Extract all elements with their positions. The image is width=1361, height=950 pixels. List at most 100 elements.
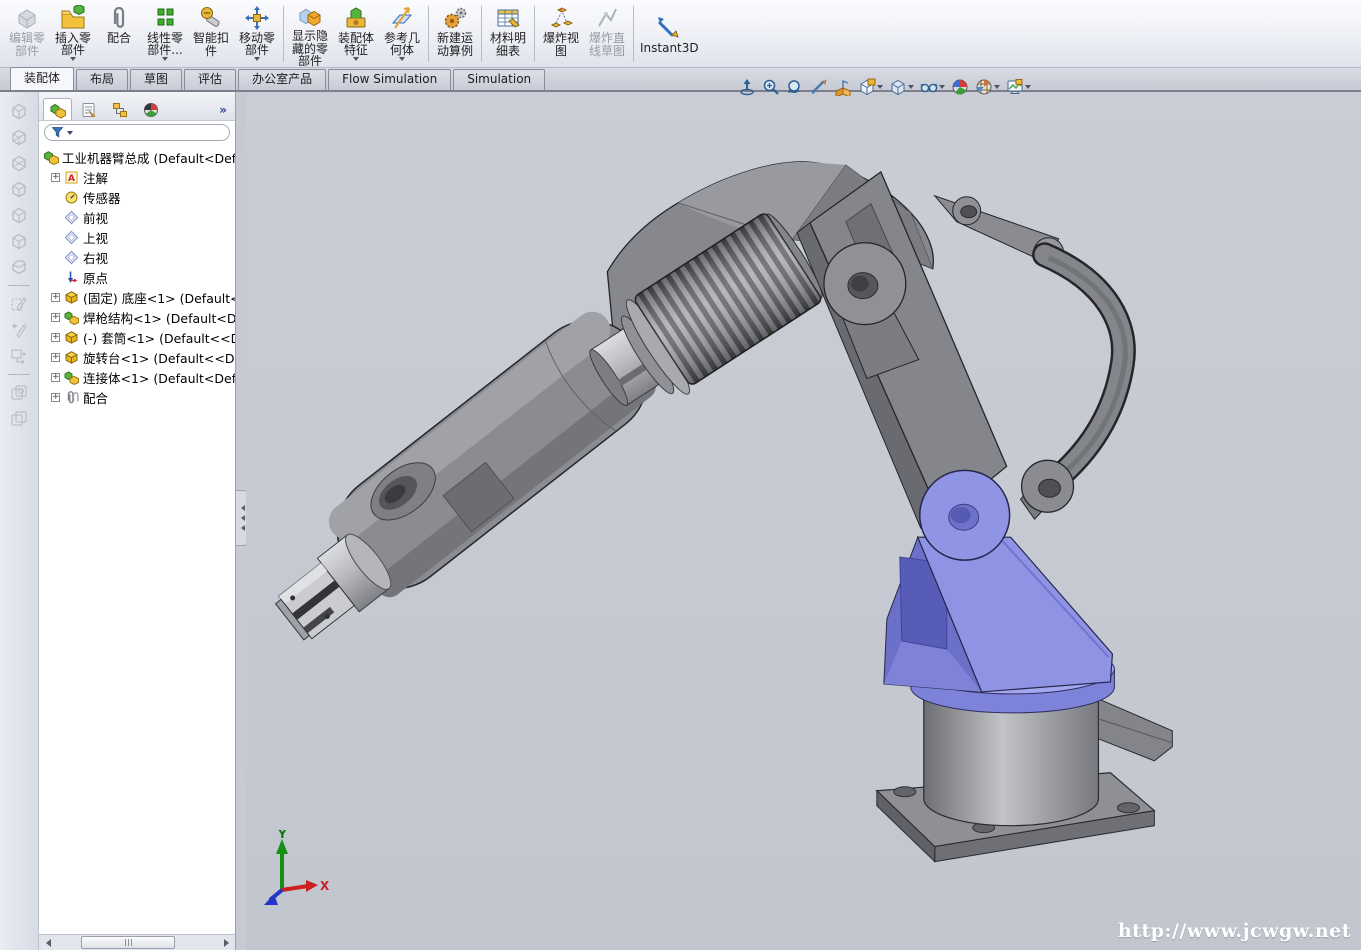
tab-simulation[interactable]: Simulation [453,69,545,90]
expand-icon[interactable]: + [51,313,60,322]
dropdown-arrow-icon[interactable] [70,57,76,64]
copy-layers-icon[interactable] [7,382,31,404]
section-view-icon[interactable] [810,78,828,96]
display-style-icon[interactable] [858,78,883,96]
view-cube-4-icon[interactable] [7,178,31,200]
explode-line-sketch-button[interactable]: 爆炸直线草图 [584,1,630,67]
view-cube-6-icon[interactable] [7,230,31,252]
view-cube-2-icon[interactable] [7,126,31,148]
tree-item-weld-gun-subassembly[interactable]: + 焊枪结构<1> (Default<Defa [42,307,235,327]
wireframe-cube-icon[interactable] [889,78,914,96]
tree-item-annotations[interactable]: + A 注解 [42,167,235,187]
edit-appearance-icon[interactable] [951,78,969,96]
button-label: 编辑零部件 [7,32,47,57]
view-cube-5-icon[interactable] [7,204,31,226]
smart-fasteners-button[interactable]: 智能扣件 [188,1,234,67]
tree-item-base-part[interactable]: + (固定) 底座<1> (Default<<D [42,287,235,307]
tree-root-assembly[interactable]: 工业机器臂总成 (Default<Defa [42,147,235,167]
feature-manager-tree-icon[interactable] [43,98,72,120]
view-settings-icon[interactable] [1006,78,1031,96]
dropdown-arrow-icon[interactable] [1025,85,1031,92]
previous-view-icon[interactable] [786,78,804,96]
insert-component-button[interactable]: 插入零部件 [50,1,96,67]
panel-overflow-chevron[interactable]: » [219,103,231,120]
tree-horizontal-scrollbar[interactable] [39,934,235,950]
tree-item-sensors[interactable]: 传感器 [42,187,235,207]
tab-sketch[interactable]: 草图 [130,69,182,90]
exploded-view-button[interactable]: 爆炸视图 [538,1,584,67]
plane-icon [63,229,80,245]
tree-item-top-plane[interactable]: 上视 [42,227,235,247]
dropdown-arrow-icon[interactable] [877,85,883,92]
command-tab-strip: 装配体 布局 草图 评估 办公室产品 Flow Simulation Simul… [0,68,1361,92]
expand-icon[interactable]: + [51,373,60,382]
ribbon-separator [283,6,284,62]
scroll-right-arrow-icon[interactable] [221,936,235,949]
tree-item-sleeve-part[interactable]: + (-) 套筒<1> (Default<<Def [42,327,235,347]
solidworks-window: 编辑零部件 插入零部件 配合 线性零部件... 智能 [0,0,1361,950]
dropdown-arrow-icon[interactable] [353,57,359,64]
tab-layout[interactable]: 布局 [76,69,128,90]
move-component-button[interactable]: 移动零部件 [234,1,280,67]
configuration-manager-icon[interactable] [105,98,134,120]
view-cube-3-icon[interactable] [7,152,31,174]
add-sketch-icon[interactable] [7,319,31,341]
dropdown-arrow-icon[interactable] [908,85,914,92]
expand-icon[interactable]: + [51,173,60,182]
dropdown-arrow-icon[interactable] [994,85,1000,92]
zoom-to-area-icon[interactable] [762,78,780,96]
bill-of-materials-button[interactable]: 材料明细表 [485,1,531,67]
tree-item-right-plane[interactable]: 右视 [42,247,235,267]
dropdown-arrow-icon[interactable] [162,57,168,64]
expand-icon[interactable]: + [51,353,60,362]
dropdown-arrow-icon[interactable] [399,57,405,64]
collapse-arrow-icon [238,505,245,511]
convert-entities-icon[interactable] [7,345,31,367]
button-label: 装配体特征 [336,32,376,57]
tab-assembly[interactable]: 装配体 [10,67,74,90]
view-orientation-icon[interactable] [834,78,852,96]
linear-pattern-button[interactable]: 线性零部件... [142,1,188,67]
hide-show-items-icon[interactable] [920,78,945,96]
property-manager-icon[interactable] [74,98,103,120]
paste-layers-icon[interactable] [7,408,31,430]
tree-item-rotary-table-part[interactable]: + 旋转台<1> (Default<<Defa [42,347,235,367]
new-motion-study-button[interactable]: 新建运动算例 [432,1,478,67]
tab-evaluate[interactable]: 评估 [184,69,236,90]
show-hidden-components-button[interactable]: 显示隐藏的零部件 [287,1,333,67]
tree-item-connector-subassembly[interactable]: + 连接体<1> (Default<Defaul [42,367,235,387]
dropdown-arrow-icon[interactable] [939,85,945,92]
view-cube-1-icon[interactable] [7,100,31,122]
assembly-features-button[interactable]: 装配体特征 [333,1,379,67]
tab-flow-simulation[interactable]: Flow Simulation [328,69,451,90]
instant3d-button[interactable]: Instant3D [637,1,702,67]
expand-icon[interactable]: + [51,393,60,402]
main-content: » 工业机器臂总成 (Default<Defa + [0,92,1361,950]
tab-office-products[interactable]: 办公室产品 [238,69,326,90]
panel-splitter[interactable] [236,92,246,950]
display-manager-icon[interactable] [136,98,165,120]
tree-item-front-plane[interactable]: 前视 [42,207,235,227]
view-cube-7-icon[interactable] [7,256,31,278]
edit-component-button[interactable]: 编辑零部件 [4,1,50,67]
button-label: 智能扣件 [191,32,231,57]
filter-dropdown-arrow-icon[interactable] [67,131,73,138]
graphics-viewport[interactable]: Y X http://www.jcwgw.net [246,92,1361,950]
subassembly-icon [63,369,80,385]
tree-item-mates[interactable]: + 配合 [42,387,235,407]
scroll-left-arrow-icon[interactable] [39,936,53,949]
dropdown-arrow-icon[interactable] [254,57,260,64]
scrollbar-thumb[interactable] [81,936,175,949]
sketch-pencil-icon[interactable] [7,293,31,315]
tree-item-origin[interactable]: 原点 [42,267,235,287]
zoom-to-fit-icon[interactable] [738,78,756,96]
apply-scene-icon[interactable] [975,78,1000,96]
tree-filter-input[interactable] [44,124,230,141]
curved-truss-link[interactable] [1021,255,1126,520]
expand-icon[interactable]: + [51,333,60,342]
mate-button[interactable]: 配合 [96,1,142,67]
expand-icon[interactable]: + [51,293,60,302]
base-fin[interactable] [1098,699,1172,761]
robot-arm-model[interactable] [246,92,1361,948]
reference-geometry-button[interactable]: 参考几何体 [379,1,425,67]
